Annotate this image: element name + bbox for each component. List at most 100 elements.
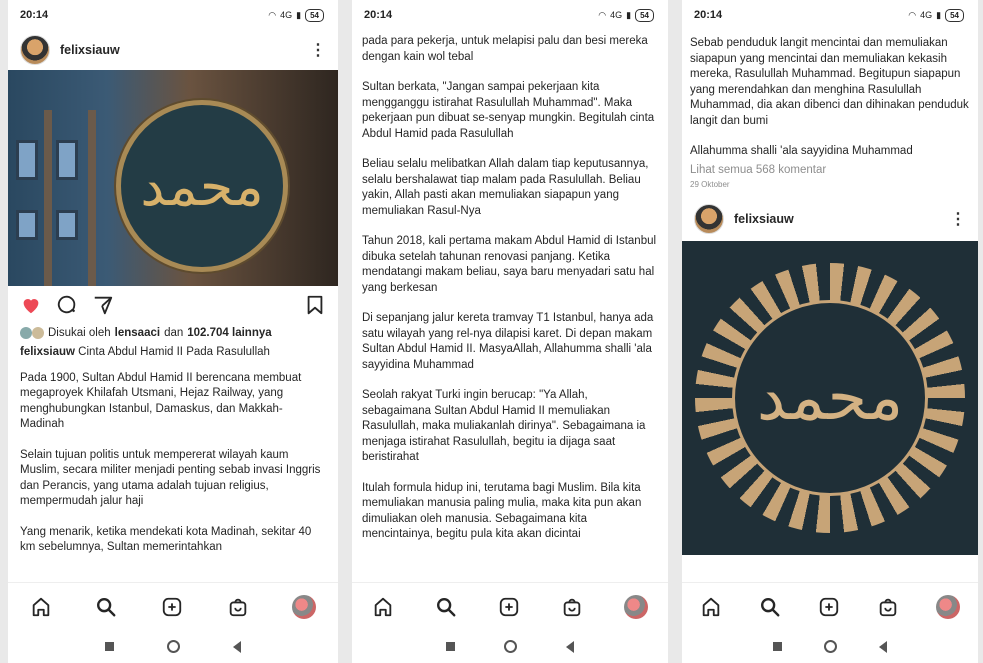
- back-icon[interactable]: [879, 640, 887, 653]
- phone-screen-2: 20:14 ◠ 4G ▮ 54 pada para pekerja, untuk…: [352, 0, 668, 663]
- status-time: 20:14: [694, 9, 723, 21]
- status-icons: ◠ 4G ▮ 54: [908, 8, 964, 22]
- window-decor: [16, 140, 38, 180]
- post-header: felixsiauw ⋮: [8, 30, 338, 70]
- caption-paragraph: Allahumma shalli 'ala sayyidina Muhammad: [690, 145, 913, 157]
- home-circle-icon[interactable]: [824, 640, 837, 653]
- profile-avatar[interactable]: [292, 594, 317, 619]
- caption-paragraph: Selain tujuan politis untuk mempererat w…: [20, 448, 321, 508]
- caption-paragraph: Pada 1900, Sultan Abdul Hamid II berenca…: [20, 371, 302, 431]
- like-heart-icon[interactable]: [20, 294, 42, 316]
- view-comments-link[interactable]: Lihat semua 568 komentar: [690, 164, 970, 176]
- caption-paragraph: Di sepanjang jalur kereta tramvay T1 Ist…: [362, 312, 654, 371]
- caption-paragraph: Seolah rakyat Turki ingin berucap: "Ya A…: [362, 389, 646, 463]
- more-options-icon[interactable]: ⋮: [950, 209, 966, 229]
- home-icon[interactable]: [700, 596, 722, 618]
- likes-user[interactable]: lensaaci: [115, 327, 160, 339]
- back-icon[interactable]: [233, 640, 242, 653]
- caption-paragraph: pada para pekerja, untuk melapisi palu d…: [362, 35, 648, 63]
- wifi-icon: ◠: [268, 9, 277, 20]
- status-icons: ◠ 4G ▮ 54: [598, 8, 654, 22]
- likes-mid: dan: [164, 327, 184, 339]
- search-icon[interactable]: [95, 596, 117, 618]
- system-nav: [352, 630, 668, 663]
- home-icon[interactable]: [30, 596, 52, 618]
- shop-icon[interactable]: [561, 596, 583, 618]
- caption-continued: pada para pekerja, untuk melapisi palu d…: [352, 34, 668, 543]
- network-label: 4G: [610, 10, 623, 20]
- search-icon[interactable]: [759, 596, 781, 618]
- add-post-icon[interactable]: [818, 596, 840, 618]
- post-username[interactable]: felixsiauw: [734, 212, 940, 226]
- post-date: 29 Oktober: [690, 179, 730, 189]
- battery-icon: 54: [305, 8, 324, 22]
- status-icons: ◠ 4G ▮ 54: [268, 8, 324, 22]
- comment-icon[interactable]: [56, 294, 78, 316]
- shop-icon[interactable]: [877, 596, 899, 618]
- battery-icon: 54: [635, 8, 654, 22]
- liker-avatar: [32, 327, 44, 339]
- home-circle-icon[interactable]: [166, 640, 180, 653]
- post-username[interactable]: felixsiauw: [60, 43, 300, 57]
- caption: felixsiauw Cinta Abdul Hamid II Pada Ras…: [8, 342, 338, 361]
- network-label: 4G: [920, 10, 933, 20]
- recents-icon[interactable]: [104, 642, 114, 651]
- avatar[interactable]: [694, 203, 724, 234]
- phone-screen-3: 20:14 ◠ 4G ▮ 54 Sebab penduduk langit me…: [682, 0, 978, 663]
- window-decor: [56, 210, 78, 240]
- caption-paragraph: Itulah formula hidup ini, terutama bagi …: [362, 481, 642, 541]
- caption-paragraph: Yang menarik, ketika mendekati kota Madi…: [20, 525, 312, 554]
- profile-avatar[interactable]: [623, 594, 648, 619]
- system-nav: [682, 630, 978, 663]
- add-post-icon[interactable]: [498, 596, 520, 618]
- wifi-icon: ◠: [598, 9, 607, 20]
- bottom-nav: [352, 582, 668, 630]
- add-post-icon[interactable]: [161, 596, 183, 618]
- recents-icon[interactable]: [446, 642, 456, 651]
- likes-prefix: Disukai oleh: [48, 327, 111, 339]
- calligraphy-text: محمد: [756, 360, 904, 435]
- home-circle-icon[interactable]: [503, 640, 517, 653]
- post-actions: [8, 286, 338, 324]
- rosette-center: محمد: [732, 299, 928, 496]
- caption-paragraph: Beliau selalu melibatkan Allah dalam tia…: [362, 158, 649, 217]
- signal-icon: ▮: [936, 9, 942, 20]
- post-header: felixsiauw ⋮: [682, 199, 978, 239]
- caption-paragraph: Tahun 2018, kali pertama makam Abdul Ham…: [362, 235, 657, 294]
- bookmark-icon[interactable]: [304, 294, 326, 316]
- column-decor: [44, 110, 52, 286]
- avatar[interactable]: [20, 35, 50, 65]
- window-decor: [56, 140, 78, 180]
- bottom-nav: [8, 582, 338, 630]
- liker-avatar: [20, 327, 32, 339]
- caption-paragraph: Sebab penduduk langit mencintai dan memu…: [690, 37, 969, 127]
- signal-icon: ▮: [626, 9, 632, 20]
- window-decor: [16, 210, 38, 240]
- signal-icon: ▮: [296, 9, 302, 20]
- post-image[interactable]: محمد: [682, 240, 978, 555]
- caption-username[interactable]: felixsiauw: [20, 346, 75, 358]
- status-time: 20:14: [20, 9, 49, 21]
- caption-paragraph: Sultan berkata, "Jangan sampai pekerjaan…: [362, 81, 655, 140]
- calligraphy-rosette: محمد: [695, 262, 965, 533]
- home-icon[interactable]: [372, 596, 394, 618]
- wifi-icon: ◠: [908, 9, 917, 20]
- network-label: 4G: [280, 10, 293, 20]
- likes-count[interactable]: 102.704 lainnya: [187, 327, 271, 339]
- share-icon[interactable]: [92, 294, 114, 316]
- column-decor: [88, 110, 96, 286]
- phone-screen-1: 20:14 ◠ 4G ▮ 54 felixsiauw ⋮ محمد Disuka…: [8, 0, 338, 663]
- status-bar: 20:14 ◠ 4G ▮ 54: [8, 0, 338, 30]
- profile-avatar[interactable]: [935, 594, 960, 619]
- more-options-icon[interactable]: ⋮: [310, 40, 326, 60]
- status-time: 20:14: [364, 9, 393, 21]
- calligraphy-text: محمد: [140, 154, 264, 218]
- battery-icon: 54: [945, 8, 964, 22]
- bottom-nav: [682, 582, 978, 630]
- search-icon[interactable]: [435, 596, 457, 618]
- back-icon[interactable]: [565, 640, 574, 653]
- recents-icon[interactable]: [773, 642, 782, 651]
- post-image[interactable]: محمد: [8, 70, 338, 286]
- caption-text: Cinta Abdul Hamid II Pada Rasulullah: [78, 346, 270, 358]
- shop-icon[interactable]: [227, 596, 249, 618]
